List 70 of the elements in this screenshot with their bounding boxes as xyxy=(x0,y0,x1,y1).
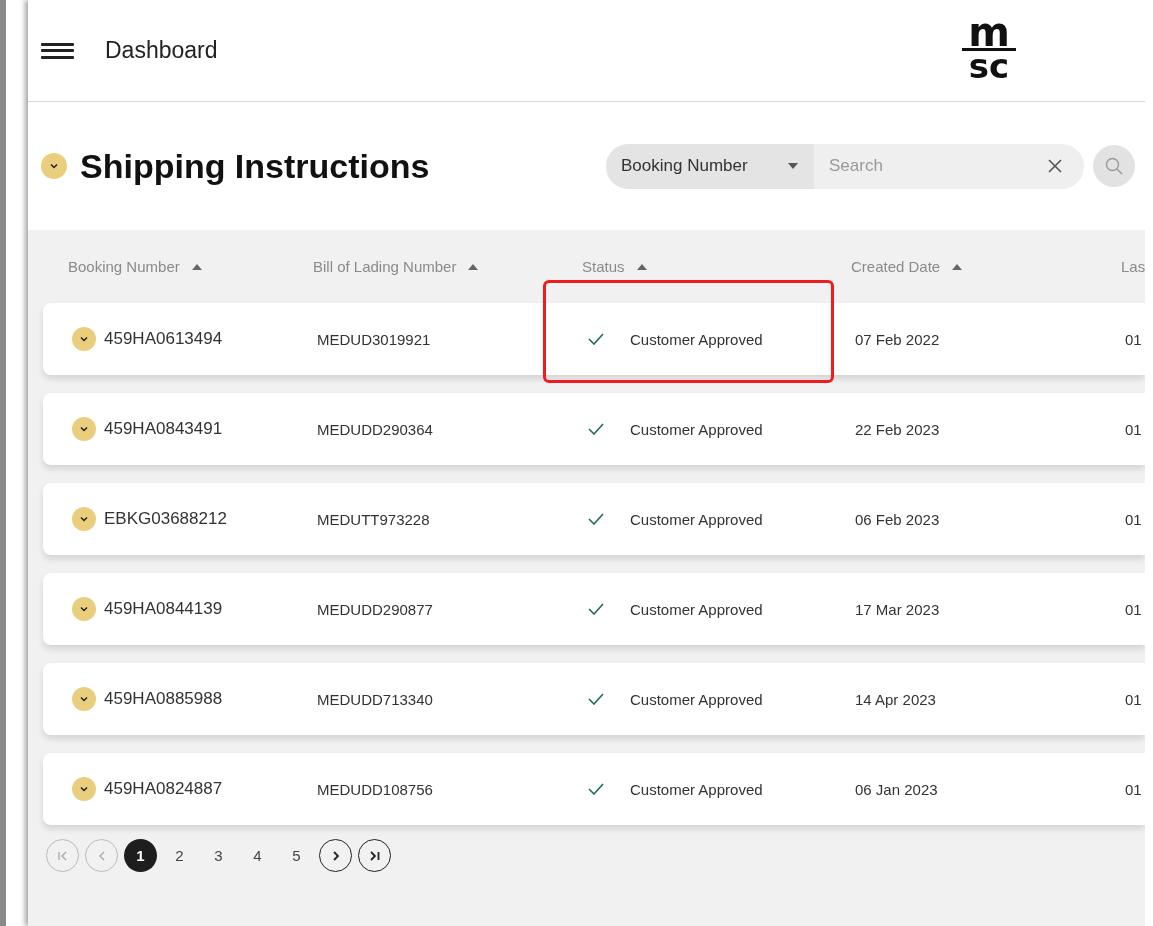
table-cell: 07 Feb 2022 xyxy=(855,330,940,348)
booking-number: 459HA0844139 xyxy=(104,599,223,619)
page-button[interactable]: 3 xyxy=(202,839,235,872)
chevron-down-icon xyxy=(79,604,89,614)
status-text: Customer Approved xyxy=(630,330,763,348)
last-page-icon xyxy=(368,849,381,862)
booking-number: 459HA0843491 xyxy=(104,419,223,439)
table-row[interactable]: EBKG03688212 MEDUTT973228 Customer Approved 06 Feb 2023 01 xyxy=(43,483,1145,555)
page-title: Shipping Instructions xyxy=(80,146,431,186)
caret-icon xyxy=(788,163,798,169)
table-cell: 17 Mar 2023 xyxy=(855,600,940,618)
table-row[interactable]: 459HA0824887 MEDUDD108756 Customer Approved 06 Jan 2023 01 xyxy=(43,753,1145,825)
table-cell: MEDUTT973228 xyxy=(317,510,430,528)
search-field[interactable]: Search xyxy=(814,143,1084,189)
expand-button[interactable] xyxy=(72,327,96,351)
table-row[interactable]: 459HA0844139 MEDUDD290877 Customer Approved 17 Mar 2023 01 xyxy=(43,573,1145,645)
table-cell: MEDUDD713340 xyxy=(317,690,433,708)
expand-button[interactable] xyxy=(72,417,96,441)
collapse-button[interactable] xyxy=(41,153,67,179)
table-cell: 01 xyxy=(1125,420,1142,438)
chevron-down-icon xyxy=(79,694,89,704)
table-cell: 01 xyxy=(1125,330,1142,348)
chevron-down-icon xyxy=(79,514,89,524)
table-cell: MEDUDD290877 xyxy=(317,600,433,618)
status-text: Customer Approved xyxy=(630,600,763,618)
table-cell: 01 xyxy=(1125,510,1142,528)
page-button[interactable]: 2 xyxy=(163,839,196,872)
table-cell: 22 Feb 2023 xyxy=(855,420,940,438)
booking-number: 459HA0885988 xyxy=(104,689,223,709)
table-cell: MEDUDD290364 xyxy=(317,420,433,438)
chevron-down-icon xyxy=(79,784,89,794)
page-button[interactable]: 4 xyxy=(241,839,274,872)
expand-button[interactable] xyxy=(72,687,96,711)
close-icon[interactable] xyxy=(1048,158,1062,173)
logo: m sc xyxy=(955,16,1023,81)
expand-button[interactable] xyxy=(72,777,96,801)
table-cell: 14 Apr 2023 xyxy=(855,690,936,708)
table-cell: 01 xyxy=(1125,600,1142,618)
table-cell: MEDUDD108756 xyxy=(317,780,433,798)
sort-icon xyxy=(636,263,647,270)
expand-button[interactable] xyxy=(72,507,96,531)
chevron-down-icon xyxy=(79,424,89,434)
status-text: Customer Approved xyxy=(630,780,763,798)
table-row[interactable]: 459HA0843491 MEDUDD290364 Customer Approved 22 Feb 2023 01 xyxy=(43,393,1145,465)
search-icon xyxy=(1104,156,1124,176)
table-cell: 01 xyxy=(1125,690,1142,708)
status-text: Customer Approved xyxy=(630,690,763,708)
status-text: Customer Approved xyxy=(630,510,763,528)
status-text: Customer Approved xyxy=(630,420,763,438)
table-row[interactable]: 459HA0885988 MEDUDD713340 Customer Approved 14 Apr 2023 01 xyxy=(43,663,1145,735)
header-title: Dashboard xyxy=(105,37,218,64)
first-page-icon xyxy=(56,849,69,862)
chevron-down-icon xyxy=(79,334,89,344)
chevron-down-icon xyxy=(49,161,59,171)
booking-number: 459HA0613494 xyxy=(104,329,223,349)
sort-icon xyxy=(191,263,202,270)
page-button[interactable]: 1 xyxy=(124,839,157,872)
table-row[interactable]: 459HA0613494 MEDUD3019921 Customer Approved 07 Feb 2022 01 xyxy=(43,303,1145,375)
sort-icon xyxy=(468,263,479,270)
page-button[interactable]: 5 xyxy=(280,839,313,872)
table-cell: MEDUD3019921 xyxy=(317,330,431,348)
table-cell: 06 Jan 2023 xyxy=(855,780,938,798)
booking-number: EBKG03688212 xyxy=(104,509,227,529)
table-cell: 01 xyxy=(1125,780,1142,798)
sort-icon xyxy=(952,263,963,270)
search-button[interactable] xyxy=(1093,145,1135,187)
booking-number: 459HA0824887 xyxy=(104,779,223,799)
table-cell: 06 Feb 2023 xyxy=(855,510,940,528)
filter-dropdown[interactable]: Booking Number xyxy=(606,143,814,189)
expand-button[interactable] xyxy=(72,597,96,621)
